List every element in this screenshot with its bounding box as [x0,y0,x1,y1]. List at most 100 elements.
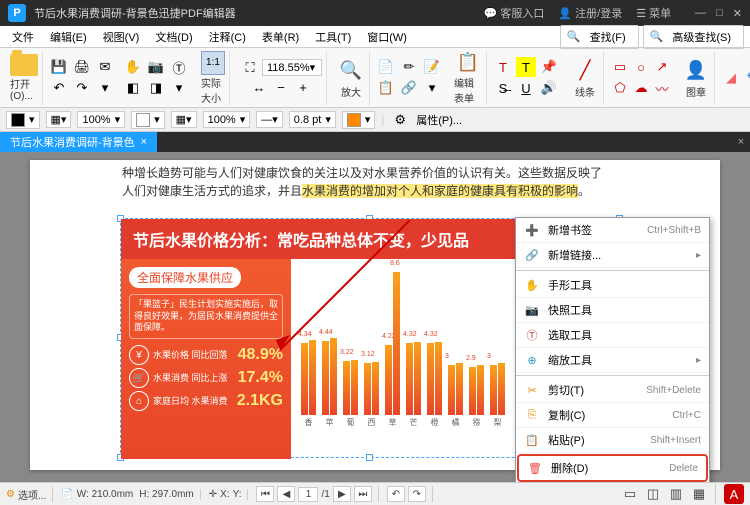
redo-icon[interactable]: ↷ [72,78,92,98]
acrobat-icon[interactable]: A [724,484,744,504]
menubar: 文件 编辑(E) 视图(V) 文档(D) 注释(C) 表单(R) 工具(T) 窗… [0,26,750,48]
stroke-color[interactable]: ▾ [131,111,165,129]
advanced-find-button[interactable]: 🔍高级查找(S) [643,25,744,49]
page-input[interactable]: 1 [298,487,318,502]
edit4-icon[interactable]: 📋 [376,78,396,98]
layout1-icon[interactable]: ▭ [620,484,640,504]
ctx-snapshot[interactable]: 📷快照工具 [516,298,709,323]
stamp-icon[interactable]: 👤 [682,56,710,84]
nav-back[interactable]: ↶ [387,486,405,502]
menu-tools[interactable]: 工具(T) [309,27,357,47]
fitwidth-icon[interactable]: ↔ [249,78,269,98]
trash-icon: 🗑 [527,460,543,476]
options-button[interactable]: 选项... [18,487,46,502]
magnify-icon[interactable]: 🔍 [337,56,365,84]
ctx-hand[interactable]: ✋手形工具 [516,273,709,298]
print-icon[interactable]: 🖨 [72,57,92,77]
zoomout-icon[interactable]: − [271,78,291,98]
ctx-link[interactable]: 🔗新增链接...▸ [516,243,709,268]
hl-icon[interactable]: T [516,57,536,77]
maximize-button[interactable]: □ [716,7,723,20]
ctx-cut[interactable]: ✂剪切(T)Shift+Delete [516,378,709,403]
menu-document[interactable]: 文档(D) [149,27,198,47]
edit6-icon[interactable]: ▾ [422,78,442,98]
mail-icon[interactable]: ✉ [95,57,115,77]
support-link[interactable]: 💬 客服入口 [484,5,545,21]
find-button[interactable]: 🔍查找(F) [560,25,639,49]
tool-icon[interactable]: ▾ [95,78,115,98]
stroke-pattern[interactable]: ▦▾ [171,111,197,128]
menu-edit[interactable]: 编辑(E) [44,27,93,47]
select-icon[interactable]: Ⓣ [169,57,189,77]
menu-view[interactable]: 视图(V) [97,27,146,47]
opacity-1[interactable]: 100% ▾ [77,111,125,128]
save-icon[interactable]: 💾 [49,57,69,77]
gear-icon[interactable]: ⚙ [6,489,15,500]
arrow-icon[interactable]: ↗ [652,57,672,77]
document-tab[interactable]: 节后水果消费调研-背景色× [0,132,157,152]
eraser-icon[interactable]: ◢ [721,68,741,88]
tab-close-icon[interactable]: × [141,136,147,148]
layout4-icon[interactable]: ▦ [689,484,709,504]
tool5-icon[interactable]: ◨ [146,78,166,98]
undo-icon[interactable]: ↶ [49,78,69,98]
rect-icon[interactable]: ▭ [610,57,630,77]
open-group[interactable]: 打开(O)... [6,51,43,105]
form-icon[interactable]: 📋 [454,51,482,75]
nav-fwd[interactable]: ↷ [408,486,426,502]
menu-form[interactable]: 表单(R) [256,27,305,47]
fill-color[interactable]: ▾ [6,111,40,129]
line-width[interactable]: 0.8 pt ▾ [289,111,336,128]
props-button[interactable]: 属性(P)... [416,112,462,128]
ctx-select[interactable]: Ⓣ选取工具 [516,323,709,348]
pen-icon[interactable]: ✎ [742,68,750,88]
line-style[interactable]: —▾ [256,111,283,128]
hand-icon[interactable]: ✋ [123,57,143,77]
edit5-icon[interactable]: 🔗 [399,78,419,98]
note-icon[interactable]: 📌 [539,57,559,77]
close-button[interactable]: ✕ [733,7,742,20]
menu-window[interactable]: 窗口(W) [361,27,413,47]
zoomin-icon[interactable]: + [293,78,313,98]
opacity-2[interactable]: 100% ▾ [203,111,251,128]
menu-annotate[interactable]: 注释(C) [203,27,252,47]
edit2-icon[interactable]: ✏ [399,57,419,77]
edit3-icon[interactable]: 📝 [422,57,442,77]
poly-icon[interactable]: ⬠ [610,78,630,98]
zoom-input[interactable]: 118.55%▾ [262,59,322,76]
under-icon[interactable]: U [516,78,536,98]
circle-icon[interactable]: ○ [631,57,651,77]
fit-icon[interactable]: 1:1 [201,51,225,75]
pattern-select[interactable]: ▦▾ [46,111,72,128]
ctx-bookmark[interactable]: ➕新增书签Ctrl+Shift+B [516,218,709,243]
layout2-icon[interactable]: ◫ [643,484,663,504]
menu-file[interactable]: 文件 [6,27,40,47]
ctx-zoom[interactable]: ⊕缩放工具▸ [516,348,709,373]
tool6-icon[interactable]: ▾ [169,78,189,98]
main-menu[interactable]: ☰ 菜单 [636,5,671,21]
free-icon[interactable]: 〰 [652,78,672,98]
ctx-copy[interactable]: ⎘复制(C)Ctrl+C [516,403,709,428]
sound-icon[interactable]: 🔊 [539,78,559,98]
document-area[interactable]: 种增长趋势可能与人们对健康饮食的关注以及对水果营养价值的认识有关。这些数据反映了… [0,152,750,482]
nav-first[interactable]: ⏮ [256,486,274,502]
tabbar-close-icon[interactable]: × [732,133,750,151]
hl-color[interactable]: ▾ [342,111,376,129]
login-link[interactable]: 👤 注册/登录 [558,5,622,21]
snapshot-icon[interactable]: 📷 [146,57,166,77]
strike-icon[interactable]: S̶ [493,78,513,98]
nav-prev[interactable]: ◀ [277,486,295,502]
edit1-icon[interactable]: 📄 [376,57,396,77]
nav-next[interactable]: ▶ [333,486,351,502]
text-icon[interactable]: T [493,57,513,77]
line-icon[interactable]: ╱ [571,56,599,84]
ctx-delete[interactable]: 🗑删除(D)Delete [517,454,708,482]
nav-last[interactable]: ⏭ [354,486,372,502]
ctx-paste[interactable]: 📋粘贴(P)Shift+Insert [516,428,709,453]
layout3-icon[interactable]: ▥ [666,484,686,504]
cloud-icon[interactable]: ☁ [631,78,651,98]
props-icon[interactable]: ⚙ [390,110,410,130]
minimize-button[interactable]: — [695,7,706,20]
fitpage-icon[interactable]: ⛶ [240,58,260,78]
tool4-icon[interactable]: ◧ [123,78,143,98]
